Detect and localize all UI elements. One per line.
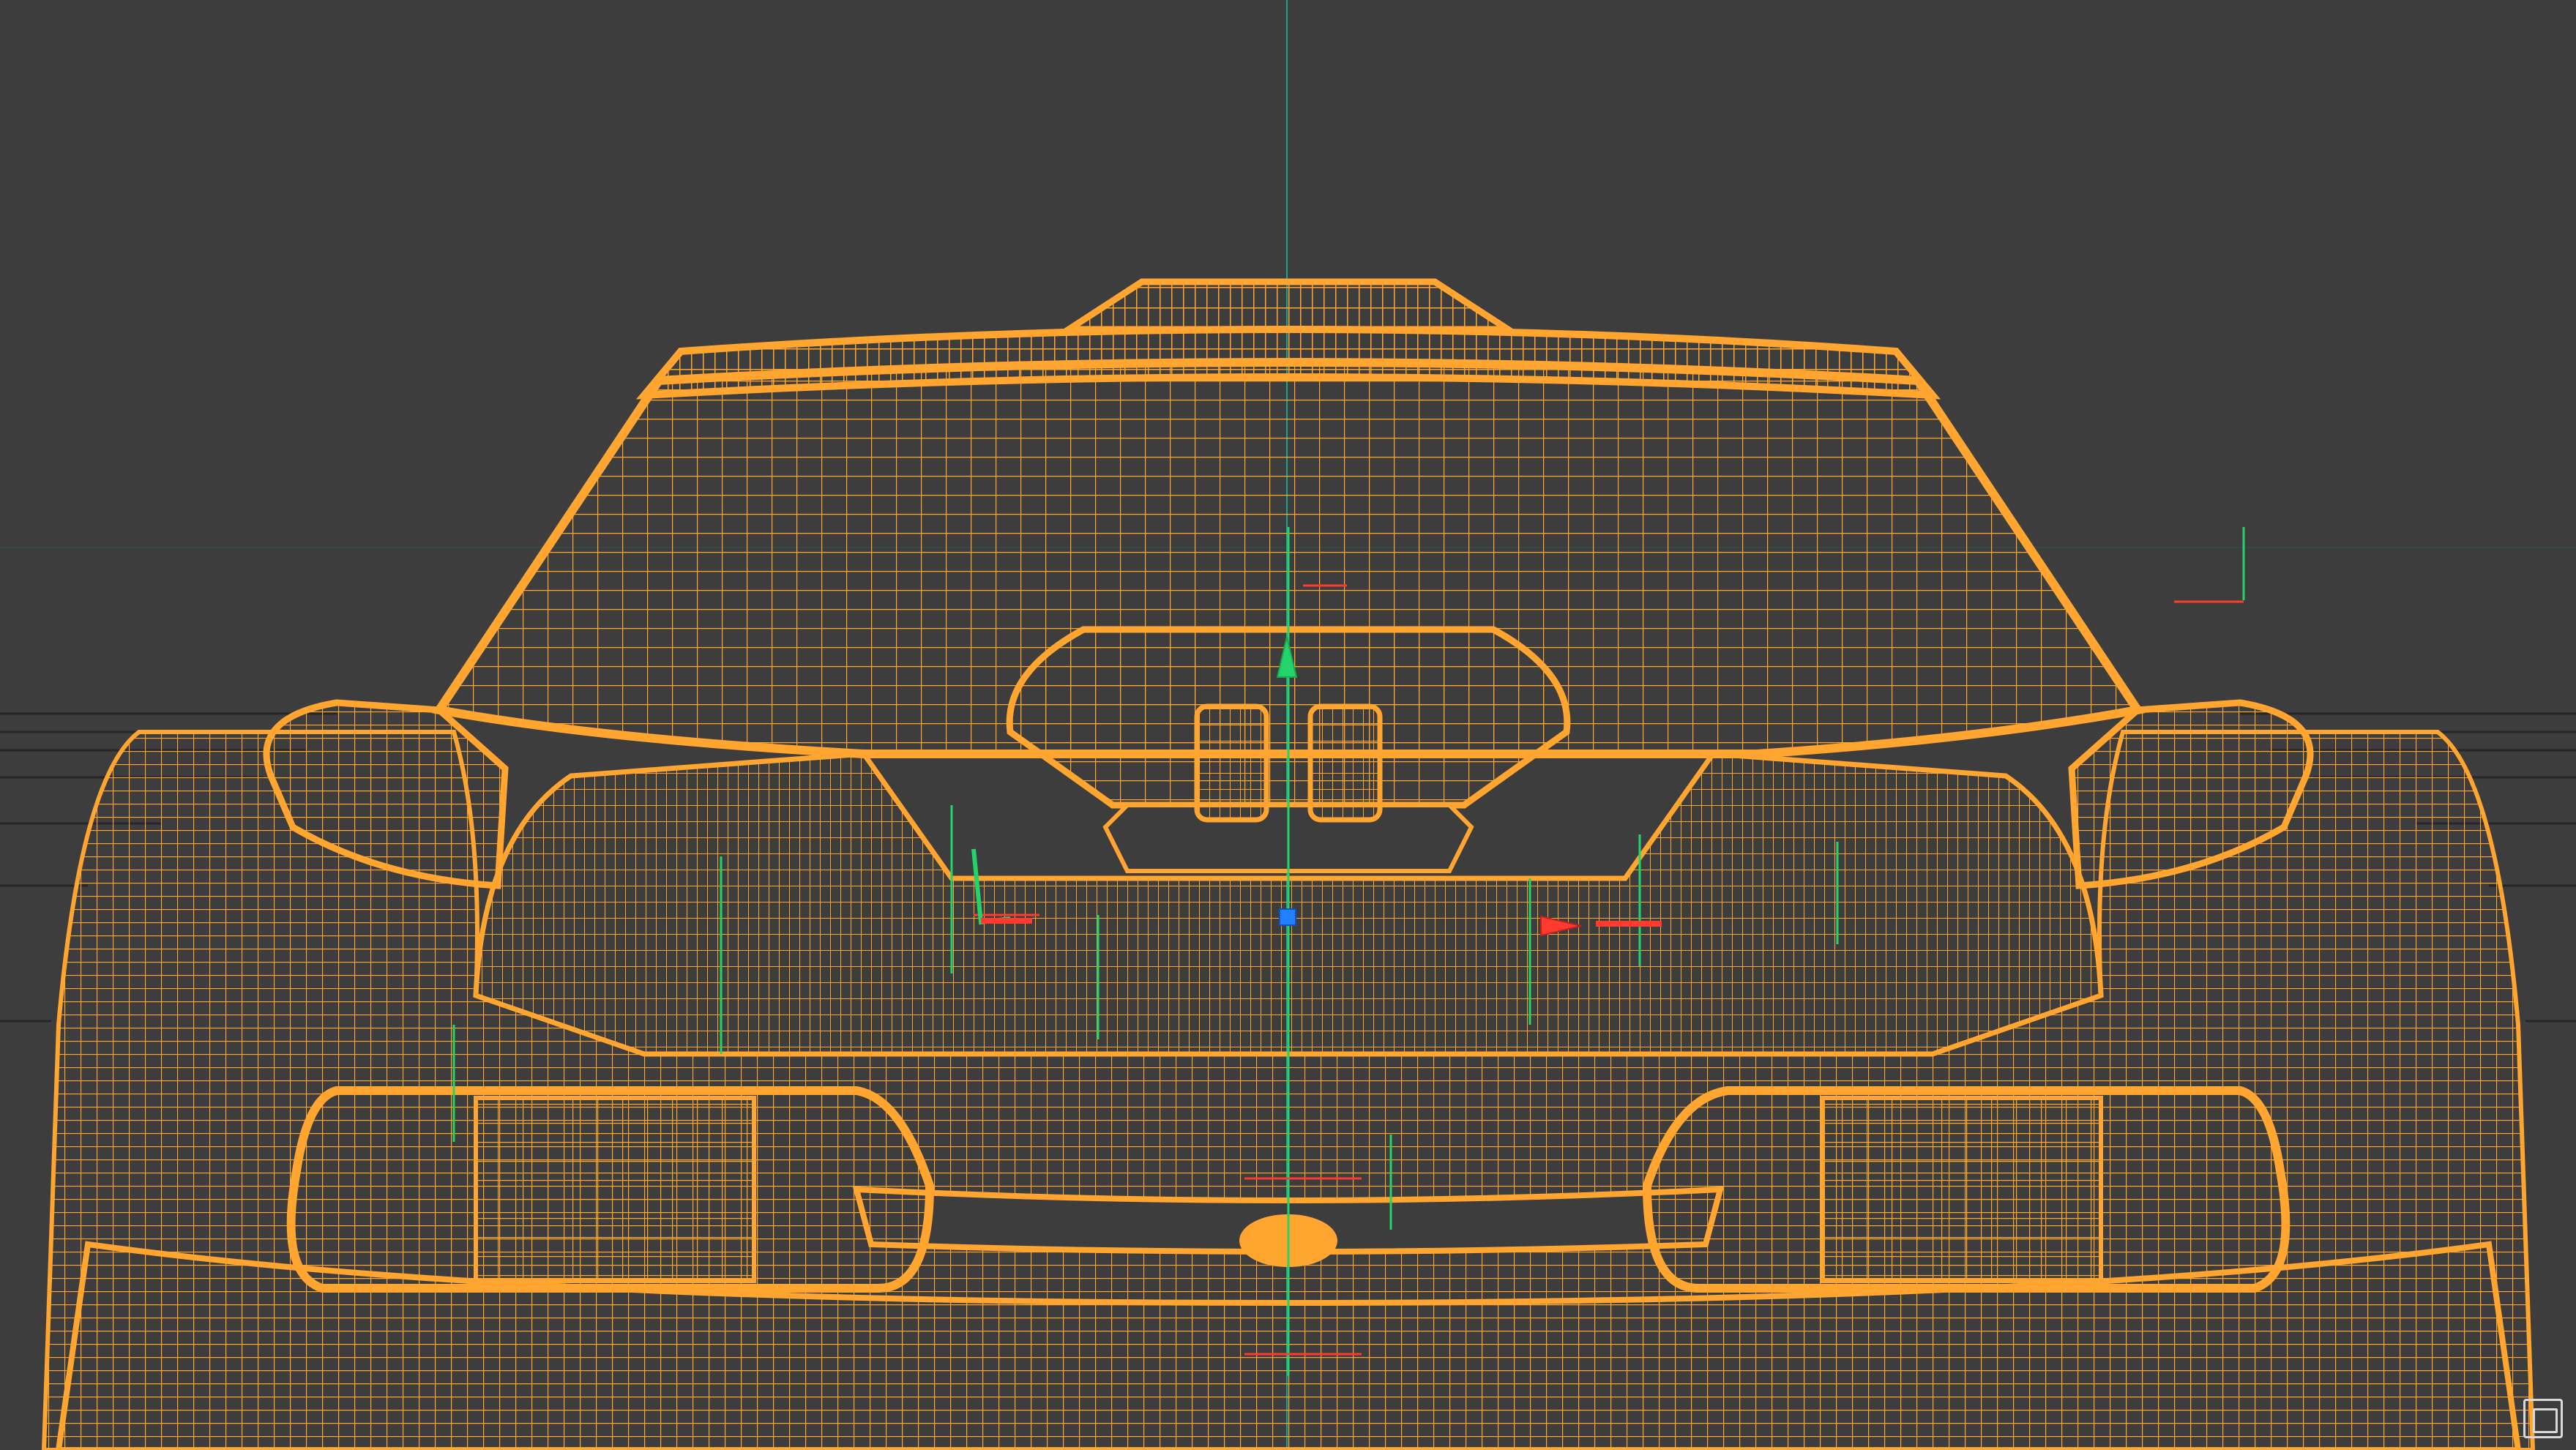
3d-viewport[interactable] [0,0,2576,1450]
gizmo-z-axis-handle [1279,908,1296,926]
roof-scoop-mesh[interactable] [1057,278,1520,333]
viewport-options-icon[interactable] [2523,1399,2563,1438]
viewport-canvas[interactable] [0,0,2576,1450]
